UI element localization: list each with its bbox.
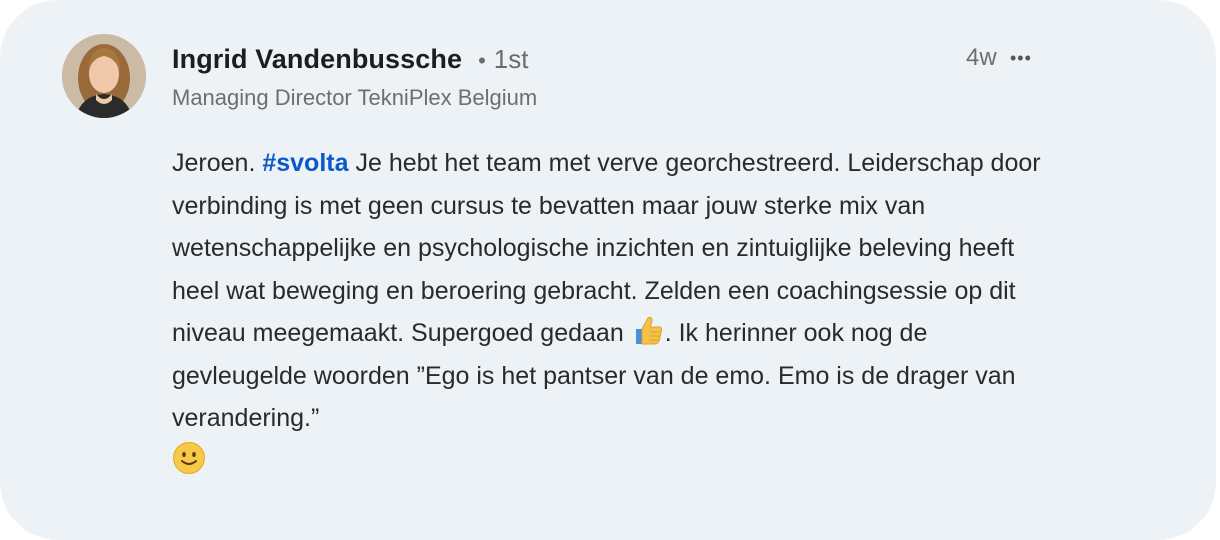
author-headline: Managing Director TekniPlex Belgium <box>172 85 538 110</box>
comment-timestamp: 4w <box>966 44 997 71</box>
connection-degree: 1st <box>493 44 529 74</box>
slightly-smiling-face-icon <box>172 441 206 475</box>
hashtag-link[interactable]: #svolta <box>262 149 348 177</box>
author-row: Ingrid Vandenbussche • 1st <box>172 44 537 75</box>
comment-text-1: Je hebt het team met verve georchestreer… <box>172 149 1041 347</box>
comment-header: Ingrid Vandenbussche • 1st Managing Dire… <box>172 44 537 111</box>
comment-lead: Jeroen. <box>172 149 256 177</box>
comment-card: Ingrid Vandenbussche • 1st Managing Dire… <box>0 0 1216 540</box>
separator-dot: • <box>478 48 486 73</box>
thumbs-up-icon <box>631 313 665 347</box>
more-options-icon[interactable]: ••• <box>1010 48 1032 69</box>
author-name[interactable]: Ingrid Vandenbussche <box>172 44 462 75</box>
comment-body: Jeroen. #svolta Je hebt het team met ver… <box>172 142 1052 482</box>
avatar[interactable] <box>62 34 146 118</box>
avatar-photo <box>62 34 146 118</box>
